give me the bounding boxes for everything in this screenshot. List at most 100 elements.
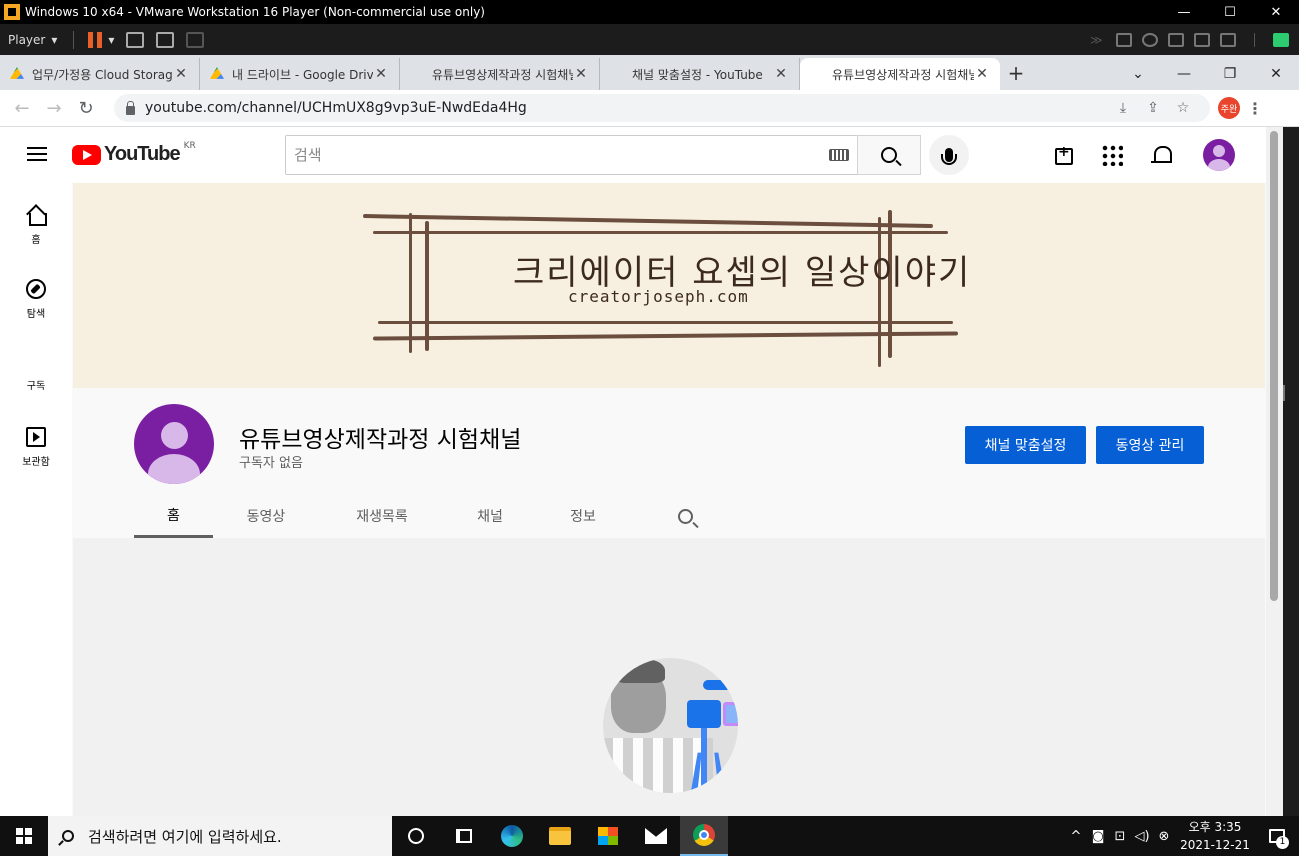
library-icon xyxy=(26,427,46,447)
network-icon[interactable] xyxy=(1168,32,1184,47)
channel-search-button[interactable] xyxy=(671,494,699,538)
browser-menu-icon[interactable]: ⋮ xyxy=(1240,99,1270,118)
task-view-button[interactable] xyxy=(440,816,488,856)
show-hidden-icons-icon[interactable]: ^ xyxy=(1065,829,1087,844)
unity-icon[interactable] xyxy=(186,31,205,48)
share-icon[interactable]: ⇪ xyxy=(1138,100,1168,116)
apps-grid-icon[interactable] xyxy=(1101,144,1123,166)
browser-tab[interactable]: 채널 맞춤설정 - YouTube ✕ xyxy=(600,58,800,208)
browser-tab[interactable]: 업무/가정용 Cloud Storage ✕ xyxy=(0,58,200,90)
customize-channel-button[interactable]: 채널 맞춤설정 xyxy=(965,426,1086,464)
page-scrollbar[interactable] xyxy=(1266,127,1283,816)
search-icon xyxy=(881,147,897,163)
new-tab-button[interactable]: + xyxy=(1000,58,1032,90)
profile-avatar[interactable]: 주완 xyxy=(1218,97,1240,119)
tab-home[interactable]: 홈 xyxy=(134,494,213,538)
player-menu[interactable]: Player ▾ xyxy=(0,33,65,47)
send-ctrl-alt-del-icon[interactable] xyxy=(126,31,145,48)
tab-about[interactable]: 정보 xyxy=(535,494,631,538)
forward-icon[interactable]: → xyxy=(38,98,70,119)
tab-close-icon[interactable]: ✕ xyxy=(773,66,789,82)
file-explorer-button[interactable] xyxy=(536,816,584,856)
mail-button[interactable] xyxy=(632,816,680,856)
account-avatar[interactable] xyxy=(1203,139,1235,171)
browser-restore-button[interactable]: ❐ xyxy=(1207,66,1253,82)
folder-icon xyxy=(549,827,571,845)
forward-icon[interactable]: ≫ xyxy=(1090,33,1106,47)
url-text[interactable]: youtube.com/channel/UCHmUX8g9vp3uE-NwdEd… xyxy=(145,100,1108,116)
scrollbar-thumb[interactable] xyxy=(1270,131,1278,601)
store-icon xyxy=(598,827,618,845)
tab-playlists[interactable]: 재생목록 xyxy=(319,494,445,538)
store-button[interactable] xyxy=(584,816,632,856)
vm-maximize-button[interactable]: ☐ xyxy=(1207,5,1253,20)
menu-icon[interactable] xyxy=(27,147,47,161)
keyboard-icon[interactable] xyxy=(829,149,849,161)
cortana-button[interactable] xyxy=(392,816,440,856)
tab-channels[interactable]: 채널 xyxy=(445,494,535,538)
fullscreen-icon[interactable] xyxy=(156,31,175,48)
tab-search-icon[interactable]: ⌄ xyxy=(1115,66,1161,82)
subscriber-count: 구독자 없음 xyxy=(239,456,303,471)
vm-close-button[interactable]: ✕ xyxy=(1253,5,1299,20)
tab-videos[interactable]: 동영상 xyxy=(213,494,319,538)
network-icon[interactable]: ⊡ xyxy=(1109,829,1131,844)
guide-label: 구독 xyxy=(26,381,46,392)
start-button[interactable] xyxy=(0,816,48,856)
guide-item-subscriptions[interactable]: 구독 xyxy=(0,331,212,435)
sound-icon[interactable] xyxy=(1220,32,1236,47)
channel-avatar[interactable] xyxy=(134,404,214,484)
cd-drive-icon[interactable] xyxy=(1142,32,1158,47)
taskbar-clock[interactable]: 오후 3:35 2021-12-21 xyxy=(1175,818,1255,854)
tab-title: 유튜브영상제작과정 시험채널 xyxy=(432,67,573,82)
taskbar-search[interactable]: 검색하려면 여기에 입력하세요. xyxy=(48,816,392,856)
volume-icon[interactable]: ◁) xyxy=(1131,829,1153,844)
toolbar-divider xyxy=(73,30,75,49)
search-input[interactable] xyxy=(294,146,829,164)
edge-button[interactable] xyxy=(488,816,536,856)
chrome-button[interactable] xyxy=(680,816,728,856)
notifications-bell-icon[interactable] xyxy=(1149,143,1173,167)
screen: Windows 10 x64 - VMware Workstation 16 P… xyxy=(0,0,1299,856)
bookmark-star-icon[interactable]: ☆ xyxy=(1168,100,1198,116)
search-box xyxy=(285,135,858,175)
channel-header: 유튜브영상제작과정 시험채널 구독자 없음 채널 맞춤설정 동영상 관리 홈 동… xyxy=(73,388,1265,538)
back-icon[interactable]: ← xyxy=(6,98,38,119)
tab-close-icon[interactable]: ✕ xyxy=(974,66,990,82)
lock-icon[interactable] xyxy=(126,100,135,115)
action-center-button[interactable]: 1 xyxy=(1255,816,1299,856)
browser-close-button[interactable]: ✕ xyxy=(1253,66,1299,82)
empty-channel-illustration xyxy=(603,658,738,793)
tab-close-icon[interactable]: ✕ xyxy=(373,66,389,82)
browser-minimize-button[interactable]: — xyxy=(1161,66,1207,82)
hard-disk-icon[interactable] xyxy=(1116,32,1132,47)
printer-icon[interactable] xyxy=(1194,32,1210,47)
browser-tab-active[interactable]: 유튜브영상제작과정 시험채널 ✕ xyxy=(800,58,1000,208)
voice-search-button[interactable] xyxy=(929,135,969,175)
guide-item-library[interactable]: 보관함 xyxy=(0,405,72,479)
message-log-icon[interactable] xyxy=(1273,32,1289,47)
vmware-window-title: Windows 10 x64 - VMware Workstation 16 P… xyxy=(25,5,485,19)
chevron-down-icon[interactable]: ▾ xyxy=(108,33,114,47)
tab-close-icon[interactable]: ✕ xyxy=(573,66,589,82)
pause-icon[interactable] xyxy=(88,31,103,48)
search-button[interactable] xyxy=(857,135,921,175)
reload-icon[interactable]: ↻ xyxy=(70,98,102,119)
youtube-logo[interactable]: YouTube KR xyxy=(72,141,196,166)
manage-videos-button[interactable]: 동영상 관리 xyxy=(1096,426,1204,464)
microphone-icon xyxy=(941,148,957,165)
guide-item-explore[interactable]: 탐색 xyxy=(0,257,72,331)
browser-tab[interactable]: 유튜브영상제작과정 시험채널 ✕ xyxy=(400,58,600,208)
vm-minimize-button[interactable]: — xyxy=(1161,5,1207,20)
banner-frame xyxy=(409,213,412,353)
tab-close-icon[interactable]: ✕ xyxy=(173,66,189,82)
install-app-icon[interactable]: ⤓ xyxy=(1108,100,1138,116)
address-bar[interactable]: youtube.com/channel/UCHmUX8g9vp3uE-NwdEd… xyxy=(114,94,1210,122)
close-circle-icon[interactable]: ⊗ xyxy=(1153,829,1175,844)
home-icon xyxy=(26,205,47,226)
create-video-icon[interactable] xyxy=(1053,143,1077,167)
browser-tab[interactable]: 내 드라이브 - Google Drive ✕ xyxy=(200,58,400,90)
mail-icon xyxy=(645,828,667,844)
meet-now-icon[interactable]: ◙ xyxy=(1087,829,1109,844)
guide-item-home[interactable]: 홈 xyxy=(0,183,72,257)
